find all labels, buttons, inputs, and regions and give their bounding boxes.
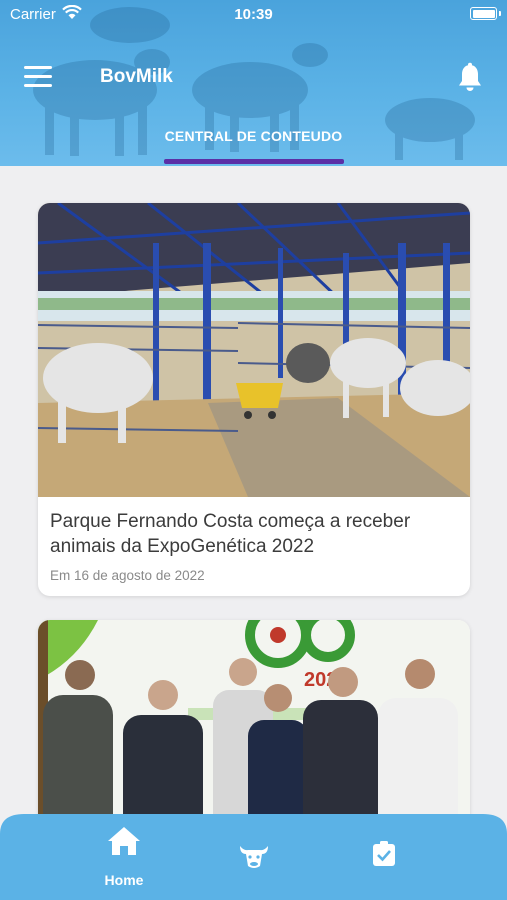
news-title: Parque Fernando Costa começa a receber a… — [50, 511, 411, 557]
tab-central-de-conteudo[interactable]: CENTRAL DE CONTEUDO — [0, 128, 507, 144]
clipboard-check-icon[interactable] — [372, 841, 396, 867]
battery-tip — [499, 11, 501, 16]
bell-icon[interactable] — [456, 62, 484, 94]
tab-active-indicator — [164, 159, 344, 164]
news-card[interactable]: Parque Fernando Costa começa a receber a… — [38, 203, 470, 596]
home-icon — [108, 827, 140, 855]
nav-home-label: Home — [104, 872, 144, 888]
news-image-cattle-pavilion — [38, 203, 470, 497]
app-title: BovMilk — [100, 66, 173, 87]
battery-icon — [470, 7, 497, 20]
nav-home-button[interactable]: Home — [93, 824, 155, 890]
app-header: Carrier 10:39 BovMilk CENTRAL DE CONTEUD… — [0, 0, 507, 166]
cow-head-icon[interactable] — [238, 842, 270, 870]
hamburger-menu-icon[interactable] — [24, 66, 52, 88]
status-time: 10:39 — [234, 6, 273, 23]
bottom-navigation: Home — [0, 814, 507, 900]
status-bar: Carrier 10:39 — [0, 0, 507, 30]
news-date: Em 16 de agosto de 2022 — [50, 568, 205, 583]
